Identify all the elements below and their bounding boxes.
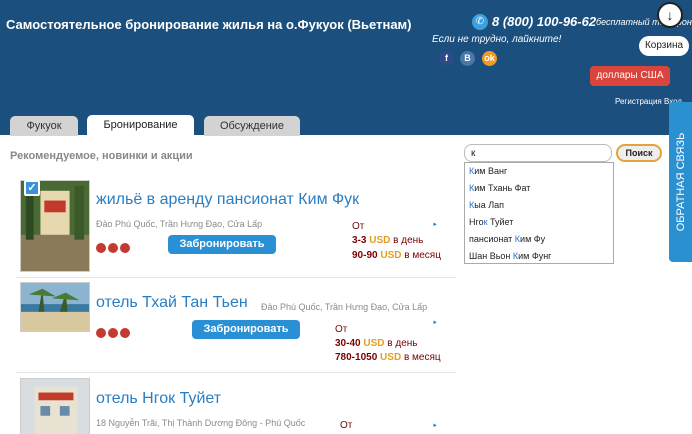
download-icon[interactable]: ↓: [657, 2, 683, 28]
vkontakte-icon[interactable]: B: [460, 51, 475, 66]
like-prompt: Если не трудно, лайкните!: [432, 34, 562, 45]
listing-separator: [16, 372, 456, 373]
price-unit: в день: [393, 235, 424, 246]
price-day-range: 3-3: [352, 235, 367, 246]
price-from-label: От: [335, 324, 348, 335]
site-title[interactable]: Самостоятельное бронирование жилья на о.…: [6, 17, 412, 32]
suggestion-item[interactable]: пансионат Ким Фу: [465, 231, 613, 248]
price-from-label: От: [340, 420, 353, 431]
suggestion-text: им Тхань Фат: [474, 183, 531, 193]
price-currency: USD: [369, 235, 391, 246]
details-arrow-icon[interactable]: ‣: [432, 421, 438, 432]
suggestion-text: Туйет: [487, 217, 514, 227]
listing-card: отель Нгок Туйет 18 Nguyễn Trãi, Thị Thà…: [16, 374, 456, 434]
currency-button[interactable]: доллары США: [590, 66, 670, 86]
suggestion-item[interactable]: Нгок Туйет: [465, 214, 613, 231]
listing-name[interactable]: отель Тхай Тан Тьен: [96, 294, 248, 312]
feedback-tab[interactable]: ОБРАТНАЯ СВЯЗЬ: [669, 102, 692, 262]
listing-badges: [96, 239, 132, 253]
listing-badges: [96, 324, 132, 338]
page: Самостоятельное бронирование жилья на о.…: [0, 0, 692, 434]
price-per-day: 30-40 USD в день: [335, 338, 418, 349]
select-checkbox[interactable]: ✓: [24, 180, 40, 196]
listing-photo[interactable]: [20, 282, 90, 332]
suggestion-text: им Фунг: [518, 251, 552, 261]
listing-card: ✓ жильё в аренду пансионат Ким Фук Đảo P…: [16, 172, 456, 276]
map-pin-icon[interactable]: [120, 327, 130, 338]
suggestion-item[interactable]: Шан Вьон Ким Фунг: [465, 248, 613, 265]
suggestion-text: Нго: [469, 217, 484, 227]
price-from-label: От: [352, 221, 365, 232]
listing-photo-image: [21, 283, 89, 331]
price-unit: в месяц: [403, 352, 441, 363]
suggestion-item[interactable]: Кыа Лап: [465, 197, 613, 214]
listing-address: 18 Nguyễn Trãi, Thị Thành Dương Đông - P…: [96, 418, 306, 428]
search-input[interactable]: [464, 144, 612, 162]
phone-icon: ✆: [472, 14, 488, 30]
price-month-range: 90-90: [352, 250, 378, 261]
price-per-day: 3-3 USD в день: [352, 235, 423, 246]
price-unit: в месяц: [404, 250, 441, 261]
details-arrow-icon[interactable]: ‣: [432, 318, 438, 329]
listing-address: Đảo Phú Quốc, Trần Hưng Đạo, Cửa Lấp: [261, 302, 428, 312]
search-suggestions: Ким Ванг Ким Тхань Фат Кыа Лап Нгок Туйе…: [464, 162, 614, 264]
map-pin-icon[interactable]: [96, 327, 106, 338]
price-per-month: 780-1050 USD в месяц: [335, 352, 441, 363]
phone-number[interactable]: 8 (800) 100-96-62: [492, 14, 596, 29]
suggestion-item[interactable]: Ким Ванг: [465, 163, 613, 180]
suggestion-text: им Фу: [520, 234, 546, 244]
price-day-range: 30-40: [335, 338, 361, 349]
listing-address: Đảo Phú Quốc, Trần Hưng Đạo, Cửa Lấp: [96, 219, 263, 229]
price-month-range: 780-1050: [335, 352, 378, 363]
suggestion-item[interactable]: Ким Тхань Фат: [465, 180, 613, 197]
listing-name[interactable]: отель Нгок Туйет: [96, 390, 221, 408]
map-pin-icon[interactable]: [96, 242, 106, 253]
tab-discussion[interactable]: Обсуждение: [204, 116, 300, 136]
listing-card: отель Тхай Тан Тьен Đảo Phú Quốc, Trần H…: [16, 278, 456, 370]
listing-name[interactable]: жильё в аренду пансионат Ким Фук: [96, 191, 359, 209]
section-title: Рекомендуемое, новинки и акции: [10, 150, 193, 162]
suggestion-text: пансионат: [469, 234, 515, 244]
cart-button[interactable]: Корзина: [639, 36, 689, 56]
map-pin-icon[interactable]: [120, 242, 130, 253]
price-unit: в день: [387, 338, 418, 349]
tab-phu-quoc[interactable]: Фукуок: [10, 116, 78, 136]
book-button[interactable]: Забронировать: [168, 235, 276, 254]
price-currency: USD: [363, 338, 385, 349]
tab-booking[interactable]: Бронирование: [87, 115, 194, 136]
price-currency: USD: [380, 352, 402, 363]
price-currency: USD: [380, 250, 402, 261]
suggestion-text: Шан Вьон: [469, 251, 513, 261]
search-button[interactable]: Поиск: [616, 144, 662, 162]
suggestion-text: им Ванг: [474, 166, 508, 176]
odnoklassniki-icon[interactable]: ok: [482, 51, 497, 66]
details-arrow-icon[interactable]: ‣: [432, 220, 438, 231]
listing-photo-image: [21, 379, 89, 434]
suggestion-text: ыа Лап: [474, 200, 505, 210]
site-header: Самостоятельное бронирование жилья на о.…: [0, 0, 692, 136]
feedback-label: ОБРАТНАЯ СВЯЗЬ: [674, 132, 687, 232]
map-pin-icon[interactable]: [108, 242, 118, 253]
facebook-icon[interactable]: f: [439, 51, 454, 66]
map-pin-icon[interactable]: [108, 327, 118, 338]
listing-photo[interactable]: [20, 378, 90, 434]
book-button[interactable]: Забронировать: [192, 320, 300, 339]
price-per-month: 90-90 USD в месяц: [352, 250, 441, 261]
